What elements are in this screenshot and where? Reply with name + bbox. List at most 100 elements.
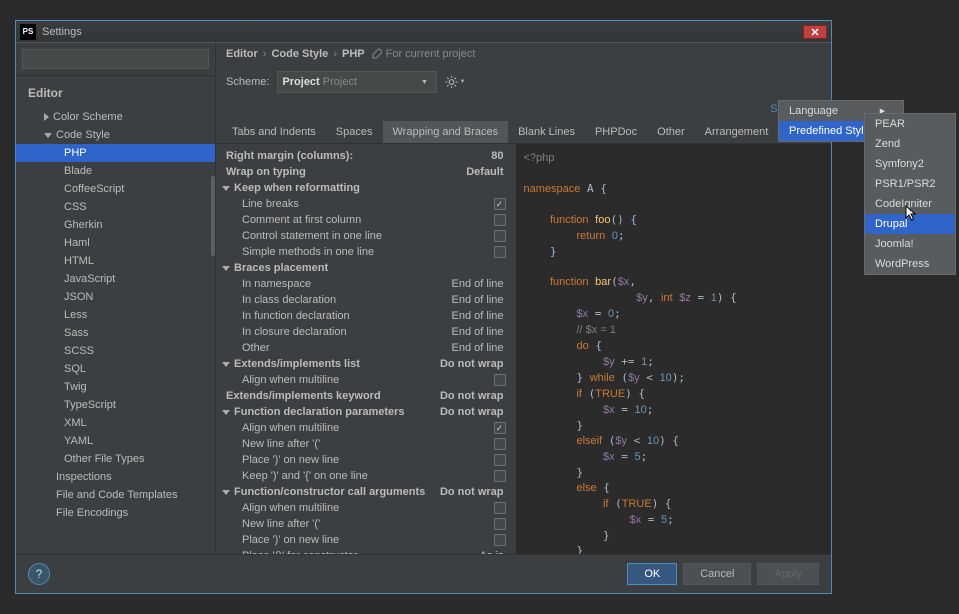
tab-arrangement[interactable]: Arrangement <box>695 121 779 143</box>
search-input[interactable] <box>22 49 209 69</box>
sidebar-item-sass[interactable]: Sass <box>16 324 215 342</box>
option-label: Function declaration parameters <box>234 406 440 418</box>
option-value: End of line <box>452 310 504 322</box>
expand-arrow-icon <box>222 490 230 495</box>
sidebar-item-inspections[interactable]: Inspections <box>16 468 215 486</box>
checkbox[interactable] <box>494 518 506 530</box>
sidebar-item-css[interactable]: CSS <box>16 198 215 216</box>
breadcrumb-part[interactable]: PHP <box>342 48 365 60</box>
sidebar-item-scss[interactable]: SCSS <box>16 342 215 360</box>
checkbox[interactable] <box>494 214 506 226</box>
menu-item-psr1-psr2[interactable]: PSR1/PSR2 <box>865 174 955 194</box>
option-row[interactable]: Align when multiline <box>216 500 516 516</box>
sidebar-item-color-scheme[interactable]: Color Scheme <box>16 108 215 126</box>
option-label: New line after '(' <box>242 438 494 450</box>
sidebar-item-label: Color Scheme <box>53 111 123 123</box>
sidebar-item-sql[interactable]: SQL <box>16 360 215 378</box>
option-row[interactable]: New line after '(' <box>216 516 516 532</box>
sidebar-item-blade[interactable]: Blade <box>16 162 215 180</box>
main: Editor › Code Style › PHP For current pr… <box>216 43 831 554</box>
option-label: Comment at first column <box>242 214 494 226</box>
checkbox[interactable] <box>494 502 506 514</box>
sidebar-item-label: HTML <box>64 255 94 267</box>
menu-item-joomla-[interactable]: Joomla! <box>865 234 955 254</box>
menu-item-drupal[interactable]: Drupal <box>865 214 955 234</box>
option-row[interactable]: Simple methods in one line <box>216 244 516 260</box>
apply-button[interactable]: Apply <box>757 563 819 585</box>
sidebar-item-code-style[interactable]: Code Style <box>16 126 215 144</box>
sidebar-item-label: JSON <box>64 291 93 303</box>
menu-item-pear[interactable]: PEAR <box>865 114 955 134</box>
sidebar-item-label: SQL <box>64 363 86 375</box>
checkbox[interactable] <box>494 246 506 258</box>
sidebar-tree[interactable]: Editor Color SchemeCode StylePHPBladeCof… <box>16 76 215 554</box>
option-label: Control statement in one line <box>242 230 494 242</box>
tab-phpdoc[interactable]: PHPDoc <box>585 121 647 143</box>
checkbox[interactable] <box>494 438 506 450</box>
option-label: In function declaration <box>242 310 452 322</box>
close-button[interactable] <box>803 25 827 39</box>
sidebar-item-label: Code Style <box>56 129 110 141</box>
tab-blank-lines[interactable]: Blank Lines <box>508 121 585 143</box>
sidebar-item-gherkin[interactable]: Gherkin <box>16 216 215 234</box>
help-button[interactable]: ? <box>28 563 50 585</box>
sidebar-item-haml[interactable]: Haml <box>16 234 215 252</box>
option-label: Extends/implements keyword <box>226 390 440 402</box>
checkbox[interactable] <box>494 230 506 242</box>
option-row[interactable]: Align when multiline <box>216 372 516 388</box>
option-label: Keep when reformatting <box>234 182 506 194</box>
sidebar-item-javascript[interactable]: JavaScript <box>16 270 215 288</box>
cancel-button[interactable]: Cancel <box>683 563 751 585</box>
tab-spaces[interactable]: Spaces <box>326 121 383 143</box>
sidebar-item-label: Gherkin <box>64 219 103 231</box>
tab-wrapping-and-braces[interactable]: Wrapping and Braces <box>383 121 509 143</box>
option-row[interactable]: Control statement in one line <box>216 228 516 244</box>
tab-other[interactable]: Other <box>647 121 695 143</box>
option-row: Place '()' for constructorAs is <box>216 548 516 554</box>
options-column[interactable]: Right margin (columns):80Wrap on typingD… <box>216 144 516 554</box>
option-row[interactable]: Place ')' on new line <box>216 452 516 468</box>
sidebar-item-label: Sass <box>64 327 88 339</box>
option-row[interactable]: Keep ')' and '{' on one line <box>216 468 516 484</box>
menu-item-codeigniter[interactable]: CodeIgniter <box>865 194 955 214</box>
menu-item-symfony2[interactable]: Symfony2 <box>865 154 955 174</box>
option-row[interactable]: New line after '(' <box>216 436 516 452</box>
menu-item-wordpress[interactable]: WordPress <box>865 254 955 274</box>
gear-button[interactable]: ▼ <box>445 72 465 92</box>
checkbox[interactable] <box>494 374 506 386</box>
breadcrumb-part[interactable]: Code Style <box>271 48 328 60</box>
sidebar-item-yaml[interactable]: YAML <box>16 432 215 450</box>
option-row[interactable]: Align when multiline <box>216 420 516 436</box>
titlebar[interactable]: PS Settings <box>16 21 831 43</box>
checkbox[interactable] <box>494 534 506 546</box>
checkbox[interactable] <box>494 422 506 434</box>
sidebar-item-file-encodings[interactable]: File Encodings <box>16 504 215 522</box>
menu-item-zend[interactable]: Zend <box>865 134 955 154</box>
option-label: In class declaration <box>242 294 452 306</box>
option-label: Place ')' on new line <box>242 454 494 466</box>
sidebar-item-coffeescript[interactable]: CoffeeScript <box>16 180 215 198</box>
sidebar-scrollbar[interactable] <box>211 176 215 256</box>
sidebar-item-file-and-code-templates[interactable]: File and Code Templates <box>16 486 215 504</box>
checkbox[interactable] <box>494 198 506 210</box>
sidebar-item-other-file-types[interactable]: Other File Types <box>16 450 215 468</box>
sidebar-item-html[interactable]: HTML <box>16 252 215 270</box>
ok-button[interactable]: OK <box>627 563 677 585</box>
checkbox[interactable] <box>494 454 506 466</box>
breadcrumb-part[interactable]: Editor <box>226 48 258 60</box>
scheme-combo[interactable]: Project Project ▼ <box>277 71 437 93</box>
sidebar-item-php[interactable]: PHP <box>16 144 215 162</box>
sidebar-item-less[interactable]: Less <box>16 306 215 324</box>
option-row: Function/constructor call argumentsDo no… <box>216 484 516 500</box>
option-row[interactable]: Place ')' on new line <box>216 532 516 548</box>
option-row[interactable]: Comment at first column <box>216 212 516 228</box>
option-row[interactable]: Line breaks <box>216 196 516 212</box>
checkbox[interactable] <box>494 470 506 482</box>
sidebar-item-xml[interactable]: XML <box>16 414 215 432</box>
sidebar-item-typescript[interactable]: TypeScript <box>16 396 215 414</box>
tab-tabs-and-indents[interactable]: Tabs and Indents <box>222 121 326 143</box>
sidebar: Editor Color SchemeCode StylePHPBladeCof… <box>16 43 216 554</box>
sidebar-item-json[interactable]: JSON <box>16 288 215 306</box>
predefined-style-submenu[interactable]: PEARZendSymfony2PSR1/PSR2CodeIgniterDrup… <box>864 113 956 275</box>
sidebar-item-twig[interactable]: Twig <box>16 378 215 396</box>
